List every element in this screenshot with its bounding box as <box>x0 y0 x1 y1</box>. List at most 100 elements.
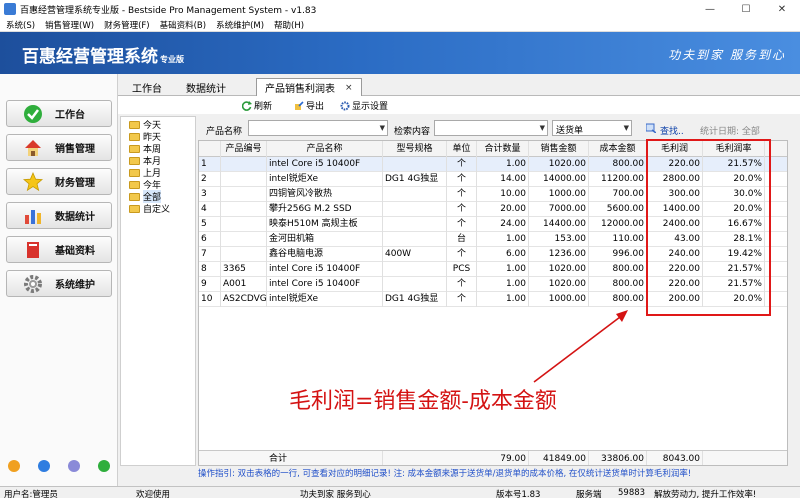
cell-unit: 个 <box>447 172 477 187</box>
display-settings-button[interactable]: 显示设置 <box>340 99 388 112</box>
settings-icon[interactable] <box>68 460 80 472</box>
cell-product-name: 映泰H510M 高规主板 <box>267 217 383 232</box>
sidebar-item-statistics[interactable]: 数据统计 <box>6 202 112 229</box>
chevron-down-icon: ▼ <box>379 124 385 132</box>
menu-finance[interactable]: 财务管理(F) <box>104 19 150 31</box>
close-tab-icon[interactable]: × <box>345 83 353 93</box>
cell-qty: 24.00 <box>477 217 529 232</box>
cell-index: 2 <box>199 172 221 187</box>
close-window-button[interactable]: ✕ <box>764 0 800 18</box>
status-motto: 解放劳动力, 提升工作效率! <box>654 490 757 498</box>
col-cost[interactable]: 成本金额 <box>589 141 647 157</box>
col-product-name[interactable]: 产品名称 <box>267 141 383 157</box>
chevron-down-icon: ▼ <box>539 124 545 132</box>
tab-statistics[interactable]: 数据统计 <box>178 78 234 96</box>
date-range-tree: 今天 昨天 本周 本月 上月 今年 全部 自定义 <box>120 116 196 466</box>
window-titlebar: 百惠经营管理系统专业版 - Bestside Pro Management Sy… <box>0 0 800 18</box>
cell-unit: 个 <box>447 277 477 292</box>
status-welcome: 欢迎使用 <box>136 490 171 498</box>
col-sales[interactable]: 销售金额 <box>529 141 589 157</box>
col-qty[interactable]: 合计数量 <box>477 141 529 157</box>
sidebar-item-workbench[interactable]: 工作台 <box>6 100 112 127</box>
sidebar-item-basic-data[interactable]: 基础资料 <box>6 236 112 263</box>
maximize-button[interactable]: ☐ <box>728 0 764 18</box>
total-profit: 8043.00 <box>647 451 703 465</box>
cell-spec <box>383 277 447 292</box>
cell-cost: 996.00 <box>589 247 647 262</box>
tab-product-profit[interactable]: 产品销售利润表 × <box>256 78 362 96</box>
search-content-select[interactable]: ▼ <box>434 120 548 136</box>
folder-icon <box>129 204 140 213</box>
col-spec[interactable]: 型号规格 <box>383 141 447 157</box>
tree-node-today[interactable]: 今天 <box>129 119 161 131</box>
tab-label: 数据统计 <box>186 83 226 95</box>
brand-logo: 百惠经营管理系统 专业版 <box>22 42 184 67</box>
menu-sales[interactable]: 销售管理(W) <box>45 19 94 31</box>
cell-spec: DG1 4G独显 <box>383 172 447 187</box>
cell-cost: 12000.00 <box>589 217 647 232</box>
tree-node-yesterday[interactable]: 昨天 <box>129 131 161 143</box>
sidebar-item-sales[interactable]: 销售管理 <box>6 134 112 161</box>
status-port: 59883 <box>618 488 646 498</box>
cell-spec <box>383 187 447 202</box>
cell-cost: 110.00 <box>589 232 647 247</box>
folder-icon <box>129 156 140 165</box>
app-icon <box>4 3 16 15</box>
minimize-button[interactable]: — <box>692 0 728 18</box>
export-button[interactable]: 导出 <box>294 99 324 112</box>
tree-node-last-month[interactable]: 上月 <box>129 167 161 179</box>
window-controls: — ☐ ✕ <box>692 0 800 18</box>
cell-product-code <box>221 202 267 217</box>
tree-node-custom[interactable]: 自定义 <box>129 203 171 215</box>
warning-icon[interactable] <box>8 460 20 472</box>
col-product-code[interactable]: 产品编号 <box>221 141 267 157</box>
sidebar-item-label: 财务管理 <box>55 178 95 189</box>
tab-workbench[interactable]: 工作台 <box>124 78 170 96</box>
cell-sales: 14000.00 <box>529 172 589 187</box>
menu-bar: 系统(S) 销售管理(W) 财务管理(F) 基础资料(B) 系统维护(M) 帮助… <box>0 18 800 32</box>
search-link[interactable]: 查找.. <box>660 124 684 137</box>
sidebar-item-finance[interactable]: 财务管理 <box>6 168 112 195</box>
tree-node-this-month[interactable]: 本月 <box>129 155 161 167</box>
product-name-label: 产品名称 <box>206 127 243 137</box>
cell-qty: 1.00 <box>477 157 529 172</box>
tree-node-this-year[interactable]: 今年 <box>129 179 161 191</box>
cell-unit: 个 <box>447 202 477 217</box>
total-sales: 41849.00 <box>529 451 589 465</box>
cell-product-code <box>221 232 267 247</box>
doc-type-value: 送货单 <box>556 126 584 136</box>
sidebar-item-maintenance[interactable]: 系统维护 <box>6 270 112 297</box>
folder-icon <box>129 168 140 177</box>
cell-product-name: 鑫谷电脑电源 <box>267 247 383 262</box>
cell-index: 5 <box>199 217 221 232</box>
doc-type-select[interactable]: 送货单 ▼ <box>552 120 632 136</box>
search-content-label: 检索内容 <box>394 127 431 137</box>
cell-product-name: intel锐炬Xe <box>267 292 383 307</box>
total-cost: 33806.00 <box>589 451 647 465</box>
menu-basic-data[interactable]: 基础资料(B) <box>160 19 206 31</box>
product-name-select[interactable]: ▼ <box>248 120 388 136</box>
cell-cost: 800.00 <box>589 277 647 292</box>
window-title: 百惠经营管理系统专业版 - Bestside Pro Management Sy… <box>20 5 317 16</box>
menu-maintenance[interactable]: 系统维护(M) <box>216 19 264 31</box>
status-user: 用户名:管理员 <box>4 490 58 498</box>
refresh-button[interactable]: 刷新 <box>242 99 272 112</box>
refresh-icon <box>242 100 252 111</box>
book-icon <box>23 240 43 260</box>
col-unit[interactable]: 单位 <box>447 141 477 157</box>
bar-chart-icon <box>23 206 43 226</box>
cell-unit: 台 <box>447 232 477 247</box>
settings-icon <box>340 101 350 110</box>
info-icon[interactable] <box>38 460 50 472</box>
cell-spec: DG1 4G独显 <box>383 292 447 307</box>
back-icon[interactable] <box>98 460 110 472</box>
toolbar: 刷新 导出 显示设置 <box>118 96 800 114</box>
cell-cost: 700.00 <box>589 187 647 202</box>
sidebar-item-label: 数据统计 <box>55 212 95 223</box>
menu-system[interactable]: 系统(S) <box>6 19 35 31</box>
cell-cost: 800.00 <box>589 262 647 277</box>
tree-node-label: 自定义 <box>143 205 171 215</box>
tree-node-this-week[interactable]: 本周 <box>129 143 161 155</box>
menu-help[interactable]: 帮助(H) <box>274 19 304 31</box>
tree-node-all[interactable]: 全部 <box>129 190 162 203</box>
